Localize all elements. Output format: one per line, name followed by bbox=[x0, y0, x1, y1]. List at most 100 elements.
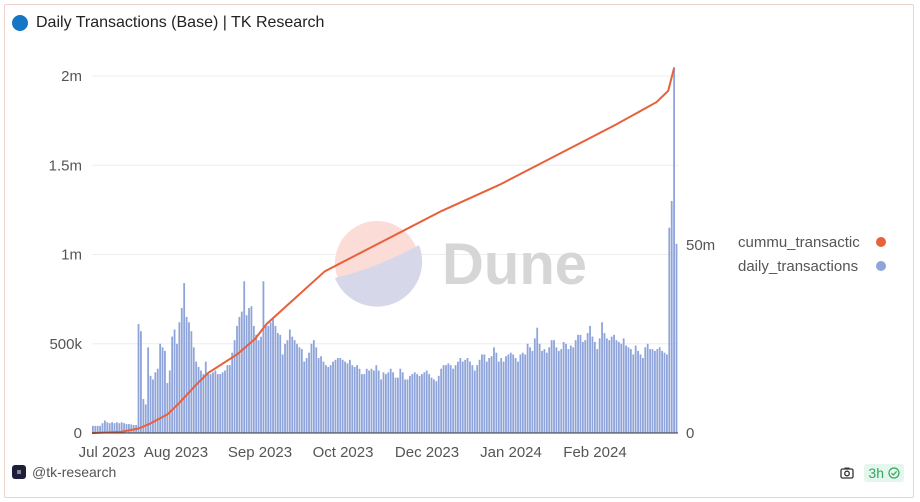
bar[interactable] bbox=[519, 354, 522, 433]
bar[interactable] bbox=[267, 325, 270, 433]
bar[interactable] bbox=[531, 350, 534, 433]
bar[interactable] bbox=[286, 340, 289, 433]
bar[interactable] bbox=[303, 361, 306, 433]
bar[interactable] bbox=[269, 322, 272, 433]
bar[interactable] bbox=[627, 347, 630, 433]
bar[interactable] bbox=[665, 354, 668, 433]
bar[interactable] bbox=[137, 324, 140, 433]
bar[interactable] bbox=[437, 375, 440, 433]
bar[interactable] bbox=[365, 368, 368, 433]
bar[interactable] bbox=[473, 370, 476, 433]
bar[interactable] bbox=[216, 374, 219, 433]
bar[interactable] bbox=[586, 333, 589, 433]
bar[interactable] bbox=[584, 340, 587, 433]
bar[interactable] bbox=[514, 358, 517, 433]
bar[interactable] bbox=[526, 343, 529, 433]
bar[interactable] bbox=[464, 359, 467, 433]
bar[interactable] bbox=[416, 374, 419, 433]
bar[interactable] bbox=[452, 368, 455, 433]
bar[interactable] bbox=[445, 365, 447, 433]
bar[interactable] bbox=[296, 343, 298, 433]
bar[interactable] bbox=[536, 327, 539, 433]
bar[interactable] bbox=[243, 281, 246, 433]
bar[interactable] bbox=[298, 347, 301, 433]
bar[interactable] bbox=[339, 358, 342, 433]
bar[interactable] bbox=[128, 424, 130, 433]
bar[interactable] bbox=[543, 349, 546, 433]
bar[interactable] bbox=[224, 370, 226, 433]
bar[interactable] bbox=[238, 316, 241, 433]
bar[interactable] bbox=[101, 423, 104, 433]
bar[interactable] bbox=[212, 372, 214, 433]
bar[interactable] bbox=[219, 374, 222, 433]
bar[interactable] bbox=[641, 358, 644, 433]
bar[interactable] bbox=[560, 349, 563, 433]
bar[interactable] bbox=[579, 334, 582, 433]
bar[interactable] bbox=[231, 352, 234, 433]
bar[interactable] bbox=[401, 372, 404, 433]
bar[interactable] bbox=[601, 322, 603, 433]
bar[interactable] bbox=[440, 368, 443, 433]
bar[interactable] bbox=[471, 365, 474, 433]
bar[interactable] bbox=[327, 366, 330, 433]
bar[interactable] bbox=[353, 366, 356, 433]
bar[interactable] bbox=[320, 356, 322, 433]
bar[interactable] bbox=[202, 374, 205, 433]
bar[interactable] bbox=[329, 365, 332, 433]
bar[interactable] bbox=[670, 200, 673, 433]
bar[interactable] bbox=[142, 399, 145, 433]
bar[interactable] bbox=[293, 340, 296, 433]
bar[interactable] bbox=[207, 374, 210, 433]
bar[interactable] bbox=[409, 375, 411, 433]
bar[interactable] bbox=[634, 345, 637, 433]
bar[interactable] bbox=[382, 372, 385, 433]
bar[interactable] bbox=[447, 363, 450, 433]
bar[interactable] bbox=[533, 338, 536, 433]
bar[interactable] bbox=[629, 349, 632, 433]
bar[interactable] bbox=[291, 336, 294, 433]
bar[interactable] bbox=[574, 340, 577, 433]
bar[interactable] bbox=[308, 352, 310, 433]
bar[interactable] bbox=[152, 379, 154, 433]
bar[interactable] bbox=[214, 370, 217, 433]
bar[interactable] bbox=[279, 334, 282, 433]
bar[interactable] bbox=[190, 331, 193, 433]
bar[interactable] bbox=[435, 381, 438, 433]
bar[interactable] bbox=[360, 374, 363, 433]
bar[interactable] bbox=[195, 361, 198, 433]
bar[interactable] bbox=[272, 318, 274, 433]
bar[interactable] bbox=[605, 338, 608, 433]
bar[interactable] bbox=[262, 281, 265, 433]
bar[interactable] bbox=[509, 352, 512, 433]
bar[interactable] bbox=[399, 368, 402, 433]
bar[interactable] bbox=[550, 340, 553, 433]
bar[interactable] bbox=[411, 374, 414, 433]
bar[interactable] bbox=[524, 354, 527, 433]
bar[interactable] bbox=[315, 347, 318, 433]
bar[interactable] bbox=[593, 341, 596, 433]
bar[interactable] bbox=[545, 352, 548, 433]
bar[interactable] bbox=[248, 308, 250, 433]
bar[interactable] bbox=[176, 343, 178, 433]
bar[interactable] bbox=[476, 365, 479, 433]
bar[interactable] bbox=[233, 340, 236, 433]
bar[interactable] bbox=[521, 352, 524, 433]
bar[interactable] bbox=[567, 349, 570, 433]
bar[interactable] bbox=[221, 372, 224, 433]
bar[interactable] bbox=[507, 354, 510, 433]
bar[interactable] bbox=[274, 325, 277, 433]
bar[interactable] bbox=[260, 336, 262, 433]
bar[interactable] bbox=[615, 340, 618, 433]
bar[interactable] bbox=[392, 372, 395, 433]
bar[interactable] bbox=[661, 350, 663, 433]
bar[interactable] bbox=[310, 343, 313, 433]
bar[interactable] bbox=[541, 350, 543, 433]
bar[interactable] bbox=[377, 370, 380, 433]
bar[interactable] bbox=[188, 322, 190, 433]
bar[interactable] bbox=[589, 325, 591, 433]
bar[interactable] bbox=[356, 365, 358, 433]
bar[interactable] bbox=[497, 361, 500, 433]
bar[interactable] bbox=[428, 374, 431, 433]
bar[interactable] bbox=[591, 336, 594, 433]
bar[interactable] bbox=[483, 354, 486, 433]
